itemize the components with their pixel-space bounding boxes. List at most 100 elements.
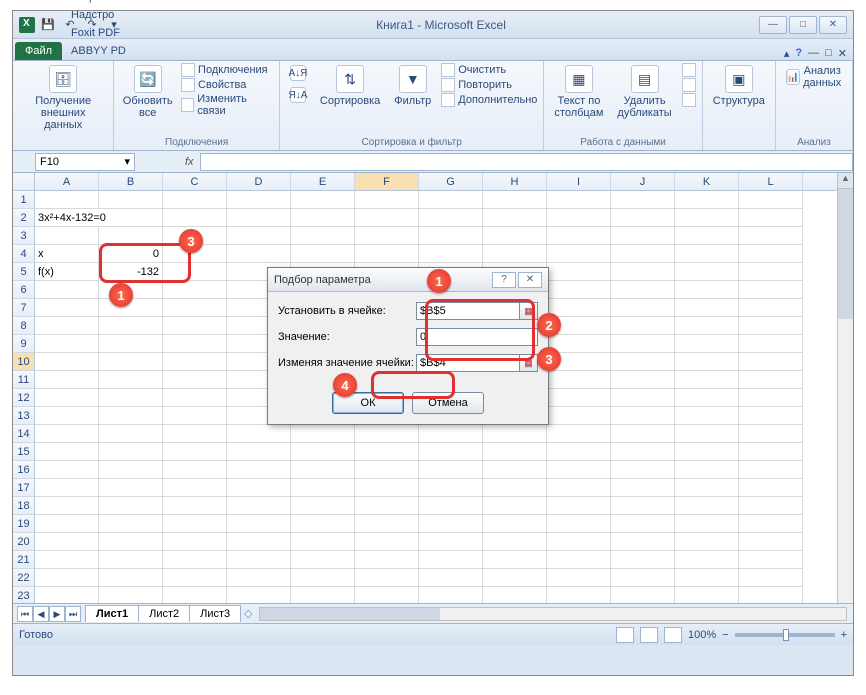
cell-I15[interactable] (547, 443, 611, 461)
cell-H18[interactable] (483, 497, 547, 515)
cell-F3[interactable] (355, 227, 419, 245)
row-header-6[interactable]: 6 (13, 281, 35, 299)
cell-L21[interactable] (739, 551, 803, 569)
row-header-1[interactable]: 1 (13, 191, 35, 209)
name-box[interactable]: F10▾ (35, 153, 135, 171)
sheet-tab-Лист2[interactable]: Лист2 (138, 605, 190, 622)
cell-C4[interactable] (163, 245, 227, 263)
cell-J15[interactable] (611, 443, 675, 461)
cell-J12[interactable] (611, 389, 675, 407)
cell-G19[interactable] (419, 515, 483, 533)
cell-C2[interactable] (163, 209, 227, 227)
cell-J9[interactable] (611, 335, 675, 353)
cell-F2[interactable] (355, 209, 419, 227)
cell-F19[interactable] (355, 515, 419, 533)
cell-H21[interactable] (483, 551, 547, 569)
cell-F23[interactable] (355, 587, 419, 603)
cancel-button[interactable]: Отмена (412, 392, 484, 414)
cell-L8[interactable] (739, 317, 803, 335)
cell-B18[interactable] (99, 497, 163, 515)
cell-K22[interactable] (675, 569, 739, 587)
row-header-7[interactable]: 7 (13, 299, 35, 317)
cell-C9[interactable] (163, 335, 227, 353)
cell-I19[interactable] (547, 515, 611, 533)
view-layout-button[interactable] (640, 627, 658, 643)
sort-za-button[interactable]: Я↓А (286, 85, 310, 105)
filter-button[interactable]: ▼Фильтр (390, 63, 435, 109)
cell-J21[interactable] (611, 551, 675, 569)
cell-D3[interactable] (227, 227, 291, 245)
mdi-close-icon[interactable]: ✕ (838, 47, 847, 60)
cell-A3[interactable] (35, 227, 99, 245)
row-header-21[interactable]: 21 (13, 551, 35, 569)
row-header-11[interactable]: 11 (13, 371, 35, 389)
cell-A9[interactable] (35, 335, 99, 353)
cell-B16[interactable] (99, 461, 163, 479)
tab-надстро[interactable]: Надстро (64, 6, 133, 24)
advanced-filter-button[interactable]: Дополнительно (441, 93, 537, 107)
cell-B20[interactable] (99, 533, 163, 551)
cell-K13[interactable] (675, 407, 739, 425)
cell-K19[interactable] (675, 515, 739, 533)
cell-G15[interactable] (419, 443, 483, 461)
close-button[interactable]: ✕ (819, 16, 847, 34)
cell-E3[interactable] (291, 227, 355, 245)
cell-G20[interactable] (419, 533, 483, 551)
cell-G2[interactable] (419, 209, 483, 227)
formula-input[interactable] (200, 153, 853, 171)
tab-abbyy pd[interactable]: ABBYY PD (64, 42, 133, 60)
cell-B19[interactable] (99, 515, 163, 533)
changing-cell-input[interactable]: $B$4 (416, 354, 520, 372)
cell-H23[interactable] (483, 587, 547, 603)
remove-duplicates-button[interactable]: ▤Удалить дубликаты (613, 63, 675, 121)
cell-J17[interactable] (611, 479, 675, 497)
cell-C1[interactable] (163, 191, 227, 209)
cell-L4[interactable] (739, 245, 803, 263)
cell-J10[interactable] (611, 353, 675, 371)
cell-F1[interactable] (355, 191, 419, 209)
view-normal-button[interactable] (616, 627, 634, 643)
cell-C14[interactable] (163, 425, 227, 443)
cell-E19[interactable] (291, 515, 355, 533)
cell-A17[interactable] (35, 479, 99, 497)
tab-file[interactable]: Файл (15, 42, 62, 60)
cell-L3[interactable] (739, 227, 803, 245)
cell-G4[interactable] (419, 245, 483, 263)
cell-L23[interactable] (739, 587, 803, 603)
mdi-minimize-icon[interactable]: — (808, 47, 819, 60)
cell-B22[interactable] (99, 569, 163, 587)
cell-D1[interactable] (227, 191, 291, 209)
cell-J8[interactable] (611, 317, 675, 335)
row-header-23[interactable]: 23 (13, 587, 35, 603)
cell-K15[interactable] (675, 443, 739, 461)
cell-L14[interactable] (739, 425, 803, 443)
cell-B4[interactable]: 0 (99, 245, 163, 263)
cell-H19[interactable] (483, 515, 547, 533)
cell-K23[interactable] (675, 587, 739, 603)
cell-L16[interactable] (739, 461, 803, 479)
cell-L9[interactable] (739, 335, 803, 353)
cell-K4[interactable] (675, 245, 739, 263)
row-header-5[interactable]: 5 (13, 263, 35, 281)
cell-A19[interactable] (35, 515, 99, 533)
cell-I10[interactable] (547, 353, 611, 371)
cell-J19[interactable] (611, 515, 675, 533)
col-header-F[interactable]: F (355, 173, 419, 190)
cell-E2[interactable] (291, 209, 355, 227)
cell-L1[interactable] (739, 191, 803, 209)
cell-L22[interactable] (739, 569, 803, 587)
col-header-A[interactable]: A (35, 173, 99, 190)
set-cell-input[interactable]: $B$5 (416, 302, 520, 320)
cell-D14[interactable] (227, 425, 291, 443)
row-header-22[interactable]: 22 (13, 569, 35, 587)
sheet-nav-next[interactable]: ▶ (49, 606, 65, 622)
cell-I12[interactable] (547, 389, 611, 407)
ribbon-minimize-icon[interactable]: ▴ (784, 47, 790, 60)
cell-I8[interactable] (547, 317, 611, 335)
cell-C12[interactable] (163, 389, 227, 407)
cell-A22[interactable] (35, 569, 99, 587)
cell-C8[interactable] (163, 317, 227, 335)
cell-G17[interactable] (419, 479, 483, 497)
cell-K8[interactable] (675, 317, 739, 335)
row-header-15[interactable]: 15 (13, 443, 35, 461)
